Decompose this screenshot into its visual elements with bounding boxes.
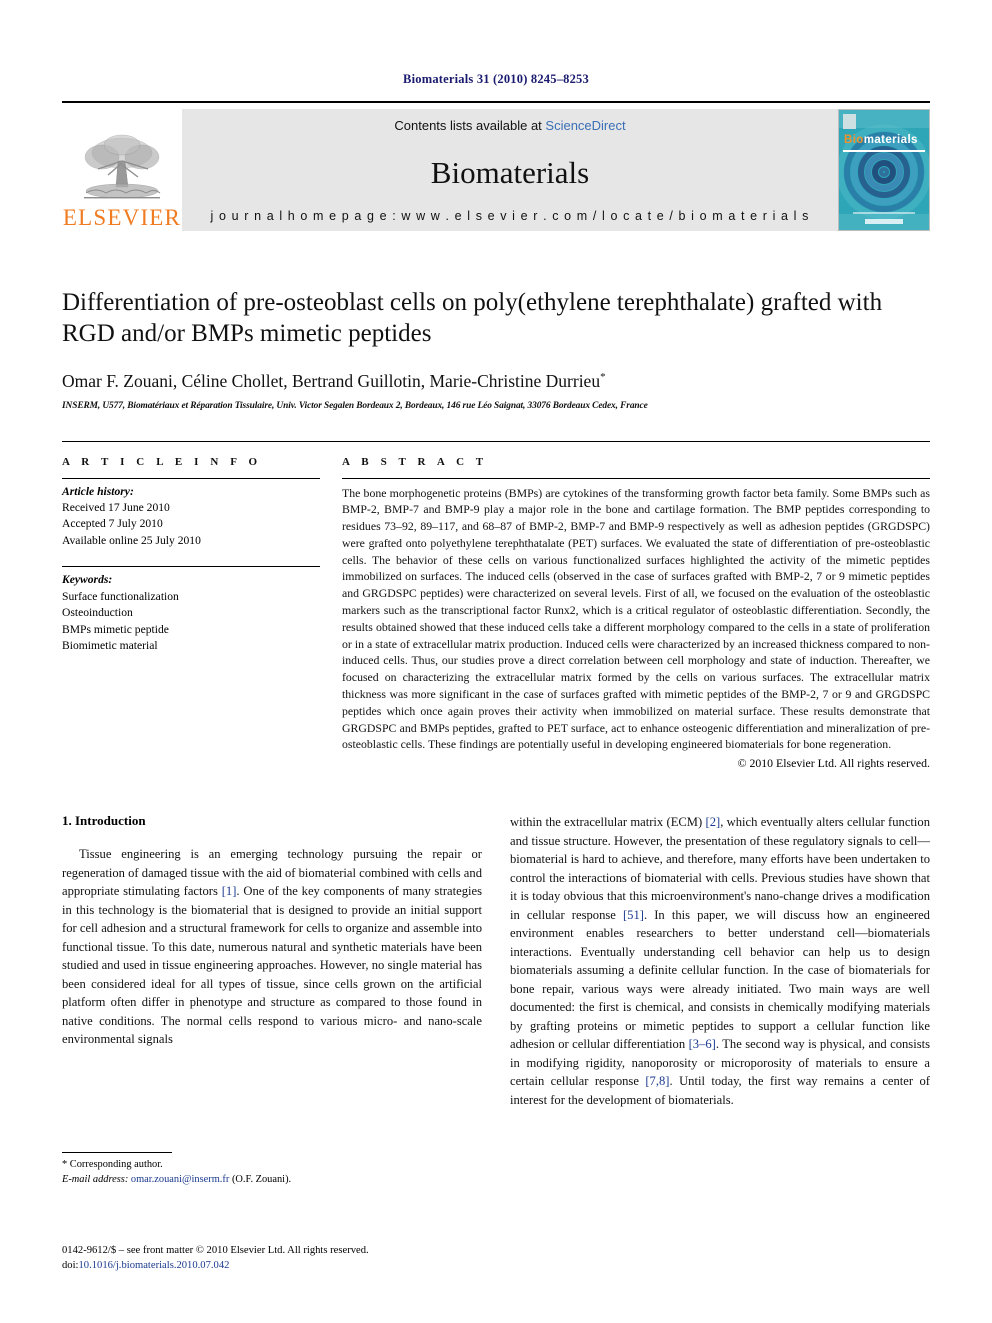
keywords-rule	[62, 566, 320, 568]
sciencedirect-link[interactable]: ScienceDirect	[545, 118, 625, 133]
corresponding-author-mark: *	[600, 370, 606, 383]
email-label: E-mail address:	[62, 1174, 129, 1186]
journal-article-page: Biomaterials 31 (2010) 8245–8253 ELSEVIE…	[0, 0, 992, 1323]
keyword-item: Surface functionalization	[62, 589, 179, 603]
intro-paragraph-left: Tissue engineering is an emerging techno…	[62, 847, 482, 1047]
issn-line: 0142-9612/$ – see front matter © 2010 El…	[62, 1245, 369, 1256]
doi-line: doi:10.1016/j.biomaterials.2010.07.042	[62, 1258, 532, 1273]
cover-foot-rule	[853, 212, 915, 214]
corresponding-author-footnote: * Corresponding author. E-mail address: …	[62, 1152, 480, 1187]
abstract-heading: A B S T R A C T	[342, 455, 488, 468]
section-heading-introduction: 1. Introduction	[62, 813, 146, 829]
history-item: Available online 25 July 2010	[62, 533, 201, 547]
keyword-item: Osteoinduction	[62, 606, 133, 620]
contents-prefix: Contents lists available at	[394, 118, 546, 133]
abstract-text: The bone morphogenetic proteins (BMPs) a…	[342, 485, 930, 752]
page-title: Differentiation of pre-osteoblast cells …	[62, 289, 883, 348]
doi-label: doi:	[62, 1260, 79, 1272]
elsevier-tree-icon	[84, 134, 161, 199]
intro-left-column: 1. Introduction Tissue engineering is an…	[62, 813, 482, 1109]
contents-list-line: Contents lists available at ScienceDirec…	[394, 118, 625, 133]
keywords-group: Keywords: Surface functionalization Oste…	[62, 561, 320, 654]
history-item: Received 17 June 2010	[62, 500, 170, 514]
email-owner: (O.F. Zouani).	[231, 1174, 292, 1186]
cover-title-underline	[843, 150, 925, 152]
corresponding-author-note: * Corresponding author.	[62, 1159, 163, 1170]
abstract-column: A B S T R A C T The bone morphogenetic p…	[342, 456, 930, 772]
affiliation: INSERM, U577, Biomatériaux et Réparation…	[62, 400, 648, 411]
doi-link[interactable]: 10.1016/j.biomaterials.2010.07.042	[78, 1260, 229, 1271]
email-link[interactable]: omar.zouani@inserm.fr	[131, 1174, 229, 1185]
running-head: Biomaterials 31 (2010) 8245–8253	[403, 72, 589, 86]
article-info-heading: A R T I C L E I N F O	[62, 455, 262, 468]
cover-title-bio: Bio	[844, 134, 864, 146]
info-abstract-section: A R T I C L E I N F O Article history: R…	[62, 440, 930, 772]
cover-title-materials: materials	[863, 134, 918, 146]
authors-text: Omar F. Zouani, Céline Chollet, Bertrand…	[62, 370, 601, 391]
journal-header-center: Contents lists available at ScienceDirec…	[182, 109, 838, 231]
journal-homepage[interactable]: j o u r n a l h o m e p a g e : w w w . …	[211, 209, 810, 223]
intro-paragraph-right: within the extracellular matrix (ECM) [2…	[510, 815, 931, 1107]
author-list: Omar F. Zouani, Céline Chollet, Bertrand…	[62, 371, 930, 392]
journal-header: ELSEVIER Contents lists available at Sci…	[62, 101, 930, 231]
abstract-copyright: © 2010 Elsevier Ltd. All rights reserved…	[737, 756, 930, 771]
page-footer: 0142-9612/$ – see front matter © 2010 El…	[62, 1243, 532, 1274]
journal-name: Biomaterials	[430, 154, 590, 190]
article-history-label: Article history:	[62, 484, 134, 498]
history-item: Accepted 7 July 2010	[62, 517, 163, 531]
email-note: E-mail address: omar.zouani@inserm.fr (O…	[62, 1172, 480, 1187]
article-history: Article history: Received 17 June 2010 A…	[62, 479, 320, 550]
elsevier-wordmark: ELSEVIER	[62, 205, 182, 230]
article-info-column: A R T I C L E I N F O Article history: R…	[62, 456, 320, 772]
keyword-item: BMPs mimetic peptide	[62, 622, 169, 636]
keywords-label: Keywords:	[62, 573, 113, 587]
intro-right-column: within the extracellular matrix (ECM) [2…	[510, 813, 930, 1109]
cover-foot-block	[865, 219, 903, 224]
elsevier-logo: ELSEVIER	[62, 109, 182, 231]
cover-publisher-mark	[843, 114, 856, 129]
title-block: Differentiation of pre-osteoblast cells …	[62, 287, 930, 411]
journal-cover-thumbnail: Biomaterials	[838, 109, 930, 231]
keyword-item: Biomimetic material	[62, 639, 158, 653]
introduction-section: 1. Introduction Tissue engineering is an…	[62, 813, 930, 1109]
footnote-rule	[62, 1152, 172, 1153]
cover-title: Biomaterials	[844, 134, 918, 146]
